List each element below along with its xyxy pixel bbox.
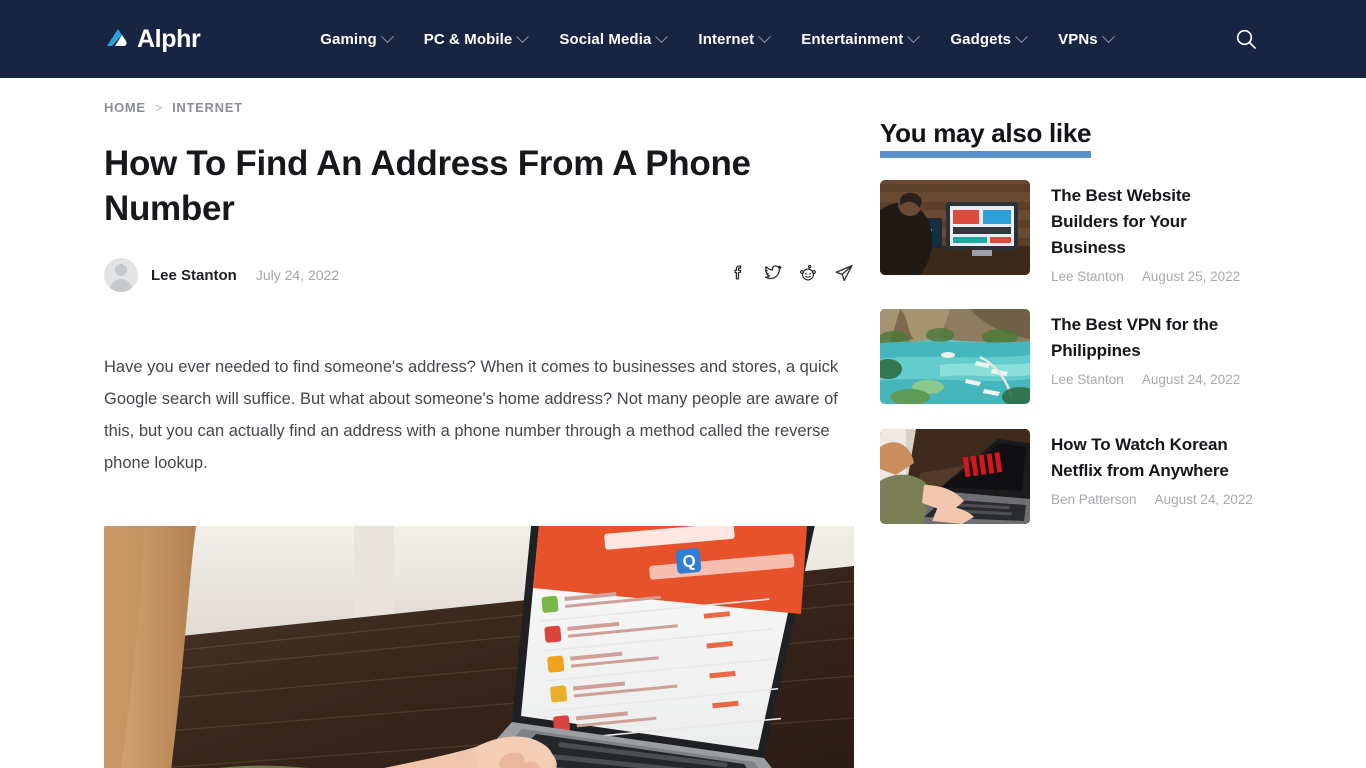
related-author: Ben Patterson (1051, 492, 1137, 507)
alphr-logo-icon (104, 26, 130, 52)
related-title[interactable]: The Best VPN for the Philippines (1051, 312, 1262, 364)
nav-label: Gadgets (950, 30, 1012, 48)
related-meta: Ben Patterson August 24, 2022 (1051, 492, 1262, 507)
related-date: August 24, 2022 (1141, 372, 1241, 387)
related-title[interactable]: The Best Website Builders for Your Busin… (1051, 183, 1262, 261)
nav-item-pc-mobile[interactable]: PC & Mobile (423, 29, 530, 48)
site-header: Alphr Gaming PC & Mobile Social Media In… (0, 0, 1366, 78)
related-meta: Lee Stanton August 25, 2022 (1051, 269, 1262, 284)
nav-item-entertainment[interactable]: Entertainment (801, 29, 921, 48)
author-name[interactable]: Lee Stanton (151, 267, 237, 284)
chevron-down-icon (907, 29, 921, 43)
breadcrumb-home[interactable]: HOME (104, 100, 146, 115)
related-article-card[interactable]: How To Watch Korean Netflix from Anywher… (880, 429, 1262, 524)
related-author: Lee Stanton (1051, 372, 1124, 387)
chevron-down-icon (1101, 29, 1115, 43)
breadcrumb-internet[interactable]: INTERNET (172, 100, 243, 115)
related-body: How To Watch Korean Netflix from Anywher… (1051, 429, 1262, 524)
article-column: HOME > INTERNET How To Find An Address F… (104, 100, 854, 768)
nav-label: PC & Mobile (423, 30, 513, 48)
nav-item-gaming[interactable]: Gaming (320, 29, 394, 48)
hero-illustration: Q (104, 526, 854, 768)
page-body: HOME > INTERNET How To Find An Address F… (0, 78, 1366, 768)
chevron-down-icon (516, 29, 530, 43)
chevron-down-icon (380, 29, 394, 43)
sidebar: You may also like The Best Website Build… (880, 100, 1262, 768)
related-thumbnail-website-builders[interactable] (880, 180, 1030, 275)
main-navigation: Gaming PC & Mobile Social Media Internet… (320, 29, 1115, 48)
related-author: Lee Stanton (1051, 269, 1124, 284)
related-meta: Lee Stanton August 24, 2022 (1051, 372, 1262, 387)
search-icon[interactable] (1230, 23, 1262, 55)
nav-label: Internet (698, 30, 755, 48)
page-title: How To Find An Address From A Phone Numb… (104, 144, 751, 228)
chevron-down-icon (655, 29, 669, 43)
svg-text:Q: Q (682, 551, 697, 571)
nav-label: Gaming (320, 30, 377, 48)
nav-label: Entertainment (801, 30, 904, 48)
reddit-icon[interactable] (799, 264, 817, 287)
related-body: The Best Website Builders for Your Busin… (1051, 180, 1262, 284)
related-date: August 25, 2022 (1141, 269, 1241, 284)
article-lede: Have you ever needed to find someone's a… (104, 358, 839, 472)
twitter-icon[interactable] (764, 264, 782, 287)
breadcrumb: HOME > INTERNET (104, 100, 854, 115)
related-thumbnail-netflix-laptop[interactable] (880, 429, 1030, 524)
facebook-icon[interactable] (730, 264, 747, 286)
related-article-card[interactable]: The Best Website Builders for Your Busin… (880, 180, 1262, 284)
related-title[interactable]: How To Watch Korean Netflix from Anywher… (1051, 432, 1262, 484)
share-plane-icon[interactable] (834, 263, 854, 288)
site-logo-text: Alphr (137, 24, 201, 53)
site-logo[interactable]: Alphr (104, 24, 201, 54)
chevron-down-icon (1015, 29, 1028, 43)
nav-item-gadgets[interactable]: Gadgets (950, 29, 1028, 48)
byline: Lee Stanton July 24, 2022 (104, 255, 854, 295)
chevron-down-icon (758, 29, 772, 43)
avatar (104, 258, 138, 292)
share-row (730, 263, 854, 288)
related-body: The Best VPN for the Philippines Lee Sta… (1051, 309, 1262, 404)
hero-image: Q (104, 526, 854, 768)
nav-item-internet[interactable]: Internet (698, 29, 772, 48)
nav-label: Social Media (559, 30, 652, 48)
related-articles-list: The Best Website Builders for Your Busin… (880, 180, 1262, 524)
breadcrumb-separator: > (154, 100, 164, 115)
related-thumbnail-philippines-lagoon[interactable] (880, 309, 1030, 404)
related-article-card[interactable]: The Best VPN for the Philippines Lee Sta… (880, 309, 1262, 404)
nav-item-social-media[interactable]: Social Media (559, 29, 669, 48)
related-date: August 24, 2022 (1154, 492, 1253, 507)
nav-label: VPNs (1058, 30, 1098, 48)
sidebar-heading: You may also like (880, 118, 1091, 158)
publish-date: July 24, 2022 (255, 267, 340, 283)
nav-item-vpns[interactable]: VPNs (1058, 29, 1115, 48)
